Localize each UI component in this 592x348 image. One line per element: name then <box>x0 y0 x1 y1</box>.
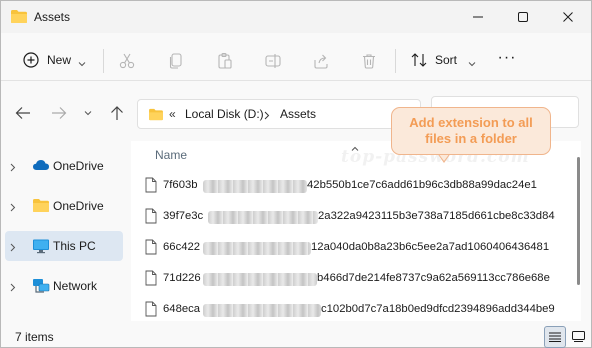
file-icon <box>145 301 157 320</box>
breadcrumb-local-disk[interactable]: Local Disk (D:) <box>185 107 264 121</box>
chevron-right-icon[interactable] <box>264 109 270 123</box>
path-overflow-button[interactable]: « <box>169 107 176 121</box>
sidebar-item-label: OneDrive <box>53 159 104 173</box>
file-name-suffix: 12a040da0b8a23b6c5ee2a7ad1060406436481 <box>311 241 550 253</box>
navigation-pane: OneDrive OneDrive This PC Network <box>1 141 127 321</box>
file-list: Name top-password.com 7f603b 42b550b1ce7… <box>131 141 581 321</box>
sort-icon <box>410 52 428 71</box>
callout-line-2: files in a folder <box>425 131 517 146</box>
sidebar-item-onedrive-cloud[interactable]: OneDrive <box>5 151 123 181</box>
redacted-region <box>203 304 321 317</box>
item-count: 7 items <box>15 330 54 344</box>
divider <box>395 49 396 73</box>
chevron-right-icon[interactable] <box>10 161 16 175</box>
file-name-prefix: 648eca <box>163 303 201 315</box>
title-bar: Assets <box>1 1 591 33</box>
file-name-prefix: 71d226 <box>163 272 201 284</box>
sidebar-item-label: Network <box>53 279 98 293</box>
sidebar-item-this-pc[interactable]: This PC <box>5 231 123 261</box>
file-name-prefix: 66c422 <box>163 241 201 253</box>
details-view-button[interactable] <box>544 326 566 348</box>
plus-icon <box>23 52 39 71</box>
window-title: Assets <box>34 10 71 24</box>
file-icon <box>145 239 157 258</box>
file-icon <box>145 270 157 289</box>
sort-button[interactable]: Sort <box>404 46 476 74</box>
share-icon[interactable] <box>309 49 333 73</box>
table-row[interactable]: 66c422 12a040da0b8a23b6c5ee2a7ad10604064… <box>131 233 571 263</box>
table-row[interactable]: 71d226 b466d7de214fe8737c9a62a569113cc78… <box>131 264 571 294</box>
address-bar[interactable]: « Local Disk (D:) Assets <box>137 99 421 129</box>
folder-icon <box>148 108 164 124</box>
copy-icon[interactable] <box>164 49 188 73</box>
paste-icon[interactable] <box>213 49 237 73</box>
chevron-down-icon <box>468 56 476 70</box>
close-button[interactable] <box>545 1 590 33</box>
delete-icon[interactable] <box>357 49 381 73</box>
callout-line-1: Add extension to all <box>409 115 533 130</box>
table-row[interactable]: 648eca c102b0d7c7a18b0ed9dfcd2394896add3… <box>131 295 571 321</box>
recent-locations-button[interactable] <box>76 101 100 125</box>
folder-icon <box>32 198 50 216</box>
breadcrumb-assets[interactable]: Assets <box>280 107 316 121</box>
file-name-suffix: 42b550b1ce7c6add61b96c3db88a99dac24e1 <box>307 179 537 191</box>
file-icon <box>145 208 157 227</box>
command-bar: New Sort ··· <box>1 37 591 81</box>
forward-button[interactable] <box>47 101 71 125</box>
sidebar-item-network[interactable]: Network <box>5 271 123 301</box>
redacted-region <box>203 273 317 286</box>
tiles-view-button[interactable] <box>569 327 587 345</box>
redacted-region <box>203 180 307 193</box>
redacted-region <box>203 242 311 255</box>
file-name-prefix: 39f7e3c <box>163 210 204 222</box>
chevron-right-icon[interactable] <box>10 201 16 215</box>
file-name-suffix: c102b0d7c7a18b0ed9dfcd2394896add344be9 <box>321 303 555 315</box>
file-icon <box>145 177 157 196</box>
sidebar-item-onedrive-folder[interactable]: OneDrive <box>5 191 123 221</box>
sidebar-item-label: OneDrive <box>53 199 104 213</box>
table-row[interactable]: 7f603b 42b550b1ce7c6add61b96c3db88a99dac… <box>131 171 571 201</box>
new-label: New <box>47 53 72 67</box>
file-name-prefix: 7f603b <box>163 179 198 191</box>
table-row[interactable]: 39f7e3c 2a322a9423115b3e738a7185d661cbe8… <box>131 202 571 232</box>
network-icon <box>32 278 50 297</box>
chevron-right-icon[interactable] <box>10 281 16 295</box>
rename-icon[interactable] <box>261 49 285 73</box>
chevron-right-icon[interactable] <box>10 241 16 255</box>
annotation-callout: Add extension to all files in a folder <box>391 107 551 155</box>
minimize-button[interactable] <box>455 1 500 33</box>
folder-icon <box>10 9 28 24</box>
chevron-down-icon <box>78 56 86 70</box>
status-bar: 7 items <box>1 323 591 348</box>
sort-label: Sort <box>435 53 458 67</box>
column-header-name[interactable]: Name <box>155 148 187 162</box>
sidebar-item-label: This PC <box>53 239 96 253</box>
more-options-button[interactable]: ··· <box>492 49 522 73</box>
maximize-button[interactable] <box>500 1 545 33</box>
redacted-region <box>208 211 318 224</box>
file-name-suffix: 2a322a9423115b3e738a7185d661cbe8c33d84 <box>318 210 555 222</box>
file-name-suffix: b466d7de214fe8737c9a62a569113cc786e68e <box>317 272 550 284</box>
new-button[interactable]: New <box>15 46 95 74</box>
divider <box>103 49 104 73</box>
monitor-icon <box>32 238 50 257</box>
cloud-icon <box>32 158 50 175</box>
up-button[interactable] <box>105 101 129 125</box>
cut-icon[interactable] <box>115 49 139 73</box>
back-button[interactable] <box>11 101 35 125</box>
vertical-scrollbar[interactable] <box>577 157 580 285</box>
file-explorer-window: Assets New Sort ··· « Local Disk (D:) As… <box>0 0 592 348</box>
